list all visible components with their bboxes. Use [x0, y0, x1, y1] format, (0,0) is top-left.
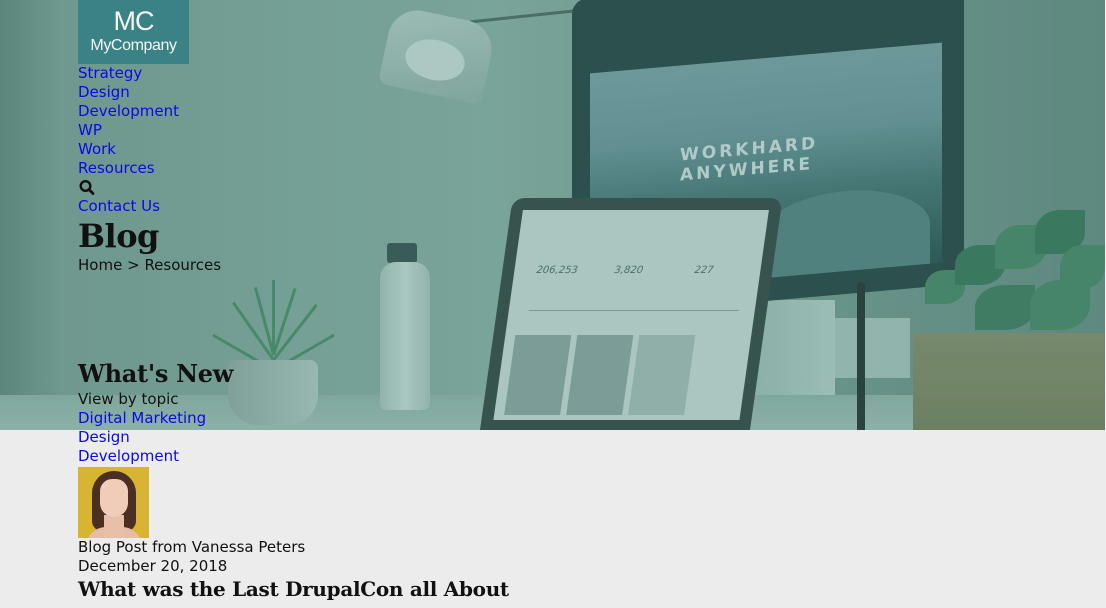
- breadcrumb-separator: >: [127, 256, 140, 274]
- monitor-screen-text: WORKHARD ANYWHERE: [680, 133, 818, 185]
- plant-leaf: [272, 303, 318, 361]
- monitor-stand: [745, 300, 835, 430]
- avatar-face: [100, 479, 128, 517]
- logo-initials: MC: [113, 6, 155, 36]
- nav-link-work[interactable]: Work: [78, 140, 116, 158]
- leaf: [995, 225, 1047, 269]
- page-content: MC MyCompany Strategy Design Development…: [78, 0, 509, 601]
- screen-text-line1: WORKHARD: [680, 133, 819, 166]
- nav-item-design: Design: [78, 83, 221, 102]
- nav-item-resources: Resources: [78, 159, 221, 178]
- breadcrumb-current: Resources: [144, 256, 222, 274]
- search-icon: [79, 179, 95, 195]
- topic-link-design[interactable]: Design: [78, 428, 130, 446]
- post-byline: Blog Post from Vanessa Peters: [78, 538, 306, 556]
- laptop-stat: 3,820: [613, 265, 644, 276]
- nav-item-wp: WP: [78, 121, 221, 140]
- topic-item: Development: [78, 447, 478, 466]
- topic-item: Digital Marketing: [78, 409, 478, 428]
- laptop-stat: 227: [693, 265, 715, 276]
- wall-shadow: [0, 0, 60, 430]
- lamp-bulb: [401, 34, 469, 86]
- laptop-thumbnail: [628, 335, 696, 415]
- author-avatar[interactable]: [78, 467, 149, 538]
- plant-leaf: [272, 333, 335, 372]
- search-button[interactable]: [78, 178, 97, 197]
- monitor-screen: WORKHARD ANYWHERE: [590, 42, 942, 294]
- monitor: WORKHARD ANYWHERE: [572, 0, 964, 319]
- lamp-arm: [470, 3, 630, 24]
- laptop-screen: 206,253 3,820 227: [493, 210, 769, 420]
- nav-item-contact: Contact Us: [78, 197, 221, 216]
- leaf: [1060, 245, 1105, 289]
- plant-leaf: [253, 286, 275, 356]
- lamp-shade: [377, 4, 498, 106]
- leaf: [1030, 280, 1090, 330]
- nav-link-wp[interactable]: WP: [78, 121, 102, 139]
- breadcrumb: Home > Resources: [78, 256, 221, 275]
- main-nav: Strategy Design Development WP Work Reso…: [78, 64, 221, 216]
- topic-filter: View by topic Digital Marketing Design D…: [78, 390, 478, 466]
- post-date: December 20, 2018: [78, 557, 228, 575]
- nav-item-strategy: Strategy: [78, 64, 221, 83]
- monitor-chin: [720, 318, 910, 378]
- planter-box: [913, 333, 1105, 430]
- topic-filter-label: View by topic: [78, 390, 179, 408]
- leaf: [925, 270, 965, 304]
- laptop: 206,253 3,820 227: [480, 198, 783, 430]
- blog-post-card: Blog Post from Vanessa Peters December 2…: [78, 467, 678, 602]
- plant-leaf: [272, 287, 297, 356]
- logo-name: MyCompany: [90, 37, 177, 54]
- laptop-stat: 206,253: [535, 265, 579, 276]
- nav-link-strategy[interactable]: Strategy: [78, 64, 142, 82]
- avatar-neck: [104, 515, 124, 538]
- nav-item-work: Work: [78, 140, 221, 159]
- breadcrumb-home[interactable]: Home: [78, 256, 122, 274]
- nav-link-development[interactable]: Development: [78, 102, 179, 120]
- bottle-cap: [387, 243, 417, 263]
- post-title-link[interactable]: What was the Last DrupalCon all About: [78, 577, 509, 601]
- screen-text-line2: ANYWHERE: [680, 153, 813, 186]
- laptop-thumbnail: [566, 335, 634, 415]
- leaf: [1035, 210, 1085, 254]
- company-logo[interactable]: MC MyCompany: [78, 0, 189, 64]
- topic-link-development[interactable]: Development: [78, 447, 179, 465]
- water-bottle: [380, 262, 430, 410]
- nav-link-resources[interactable]: Resources: [78, 159, 155, 177]
- topic-item: Design: [78, 428, 478, 447]
- nav-item-development: Development: [78, 102, 221, 121]
- nav-link-contact-us[interactable]: Contact Us: [78, 197, 160, 215]
- leaf: [955, 245, 1005, 285]
- mountain-graphic: [760, 183, 930, 279]
- topic-link-digital-marketing[interactable]: Digital Marketing: [78, 409, 206, 427]
- pen: [857, 282, 865, 430]
- nav-link-design[interactable]: Design: [78, 83, 130, 101]
- page-title: Blog: [78, 217, 159, 255]
- post-title: What was the Last DrupalCon all About: [78, 576, 678, 602]
- laptop-chart-line: [528, 310, 739, 311]
- plant-leaf: [232, 301, 275, 361]
- nav-item-search: [78, 178, 221, 197]
- plant-leaf: [272, 280, 275, 350]
- leaf: [975, 285, 1035, 330]
- laptop-thumbnail: [504, 335, 572, 415]
- whats-new-heading: What's New: [78, 359, 234, 388]
- lamp-clamp: [595, 0, 630, 45]
